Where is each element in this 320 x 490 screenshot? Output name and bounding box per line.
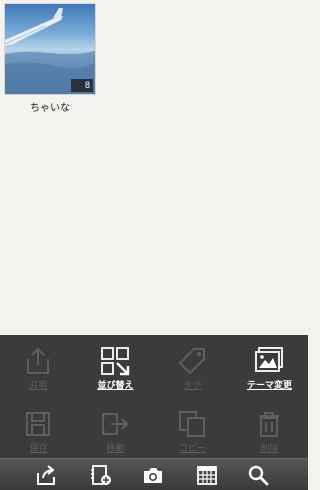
toolbar-share-button[interactable] bbox=[31, 464, 61, 486]
theme-change-action-label: テーマ変更 bbox=[246, 381, 292, 391]
camera-icon bbox=[144, 468, 162, 483]
share-action[interactable]: 共有 bbox=[0, 335, 77, 391]
sort-action[interactable]: 並び替え bbox=[77, 335, 154, 391]
picture-frame-icon bbox=[255, 347, 283, 372]
sort-action-label: 並び替え bbox=[97, 381, 134, 391]
delete-action[interactable]: 削除 bbox=[231, 398, 308, 454]
theme-change-action[interactable]: テーマ変更 bbox=[231, 335, 308, 391]
toolbar-camera-button[interactable] bbox=[138, 464, 168, 486]
tag-icon bbox=[178, 348, 205, 375]
grid-sort-icon bbox=[101, 347, 130, 376]
calendar-icon bbox=[197, 466, 217, 485]
share-icon bbox=[27, 347, 49, 374]
toolbar-search-button[interactable] bbox=[243, 464, 273, 486]
bottom-toolbar bbox=[0, 458, 308, 490]
search-icon bbox=[248, 465, 269, 486]
album-tile[interactable]: 8 ちゃいな bbox=[4, 3, 96, 115]
copy-action[interactable]: コピー bbox=[154, 398, 231, 454]
toolbar-calendar-button[interactable] bbox=[192, 464, 222, 486]
album-photo-count: 8 bbox=[71, 79, 93, 92]
move-action-label: 移動 bbox=[106, 444, 125, 454]
album-title[interactable]: ちゃいな bbox=[4, 99, 96, 114]
trash-icon bbox=[259, 412, 279, 437]
share-icon bbox=[37, 465, 55, 485]
save-icon bbox=[26, 412, 50, 436]
tag-action[interactable]: タグ bbox=[154, 335, 231, 391]
move-icon bbox=[102, 413, 129, 435]
delete-action-label: 削除 bbox=[260, 444, 279, 454]
add-album-icon bbox=[91, 465, 111, 485]
action-panel: 共有 並び替え タグ テーマ変更 保存 移動 コピー 削除 bbox=[0, 335, 308, 458]
copy-action-label: コピー bbox=[178, 444, 206, 454]
share-action-label: 共有 bbox=[29, 381, 48, 391]
save-action[interactable]: 保存 bbox=[0, 398, 77, 454]
album-list-screen: 8 ちゃいな 共有 並び替え タグ テーマ変更 保存 移動 コピー 削除 bbox=[0, 0, 308, 490]
tag-action-label: タグ bbox=[183, 381, 202, 391]
toolbar-add-album-button[interactable] bbox=[86, 464, 116, 486]
move-action[interactable]: 移動 bbox=[77, 398, 154, 454]
copy-icon bbox=[179, 411, 205, 437]
album-thumbnail[interactable]: 8 bbox=[4, 3, 96, 95]
save-action-label: 保存 bbox=[29, 444, 48, 454]
